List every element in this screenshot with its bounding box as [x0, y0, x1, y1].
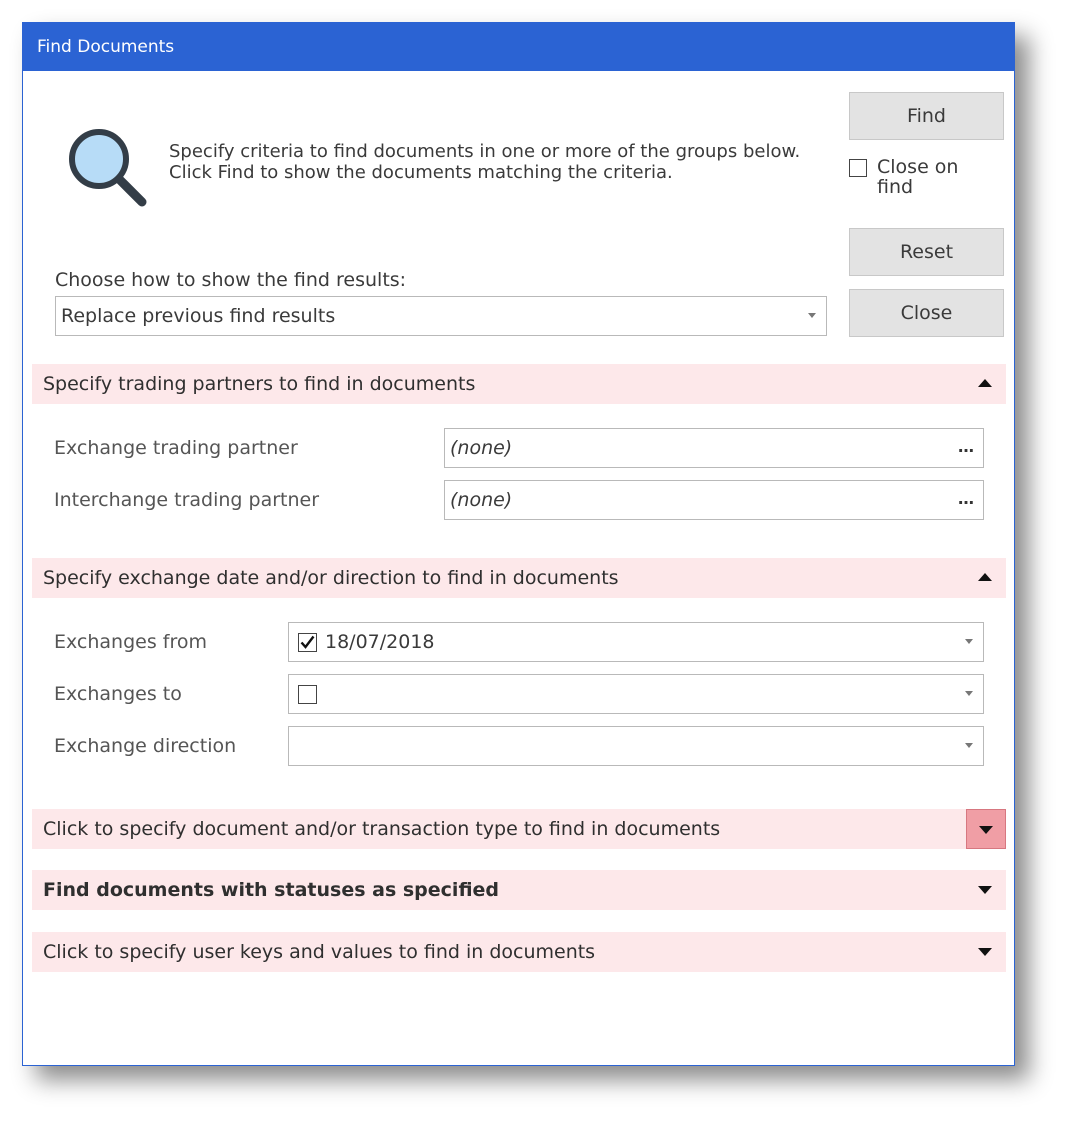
checkmark-icon — [300, 635, 315, 649]
chevron-down-icon[interactable] — [965, 691, 973, 696]
exchange-direction-select[interactable] — [288, 726, 984, 766]
group-header-label: Specify exchange date and/or direction t… — [43, 567, 619, 589]
magnifier-icon — [69, 129, 147, 207]
close-on-find-checkbox[interactable] — [849, 159, 867, 177]
find-documents-window: Find Documents Specify criteria to find … — [22, 22, 1015, 1066]
collapse-up-icon — [978, 379, 992, 387]
results-mode-select[interactable]: Replace previous find results — [55, 296, 827, 336]
exchange-direction-label: Exchange direction — [54, 735, 237, 757]
intro-text: Specify criteria to find documents in on… — [169, 141, 801, 183]
collapse-up-icon — [978, 573, 992, 581]
expand-down-icon — [978, 886, 992, 894]
exchange-partner-field[interactable]: (none) … — [444, 428, 984, 468]
results-mode-value: Replace previous find results — [61, 305, 336, 327]
exchanges-to-field[interactable] — [288, 674, 984, 714]
expand-down-icon — [978, 948, 992, 956]
find-button[interactable]: Find — [849, 92, 1004, 140]
group-header-label: Specify trading partners to find in docu… — [43, 373, 476, 395]
close-on-find-label: Close on find — [877, 156, 959, 198]
exchanges-to-label: Exchanges to — [54, 683, 182, 705]
ellipsis-icon[interactable]: … — [958, 429, 974, 465]
group-header-label: Find documents with statuses as specifie… — [43, 879, 500, 901]
doc-type-group-header[interactable]: Click to specify document and/or transac… — [32, 809, 1006, 849]
user-keys-group-header[interactable]: Click to specify user keys and values to… — [32, 932, 1006, 972]
expand-button[interactable] — [966, 809, 1006, 849]
window-title: Find Documents — [23, 23, 1014, 71]
exchange-partner-label: Exchange trading partner — [54, 437, 298, 459]
chevron-down-icon — [965, 743, 973, 748]
exchanges-from-checkbox[interactable] — [298, 633, 317, 652]
interchange-partner-value: (none) — [450, 489, 513, 511]
group-header-label: Click to specify document and/or transac… — [43, 818, 721, 840]
chevron-down-icon — [808, 313, 816, 318]
exchange-date-group-header[interactable]: Specify exchange date and/or direction t… — [32, 558, 1006, 598]
group-header-label: Click to specify user keys and values to… — [43, 941, 596, 963]
statuses-group-header[interactable]: Find documents with statuses as specifie… — [32, 870, 1006, 910]
exchanges-to-checkbox[interactable] — [298, 685, 317, 704]
interchange-partner-label: Interchange trading partner — [54, 489, 320, 511]
trading-partners-group-header[interactable]: Specify trading partners to find in docu… — [32, 364, 1006, 404]
reset-button[interactable]: Reset — [849, 228, 1004, 276]
exchanges-from-field[interactable]: 18/07/2018 — [288, 622, 984, 662]
expand-down-icon — [979, 826, 993, 834]
exchanges-from-label: Exchanges from — [54, 631, 207, 653]
close-button[interactable]: Close — [849, 289, 1004, 337]
exchange-partner-value: (none) — [450, 437, 513, 459]
ellipsis-icon[interactable]: … — [958, 481, 974, 517]
exchanges-from-value: 18/07/2018 — [325, 631, 435, 653]
interchange-partner-field[interactable]: (none) … — [444, 480, 984, 520]
results-mode-label: Choose how to show the find results: — [55, 269, 407, 291]
chevron-down-icon[interactable] — [965, 639, 973, 644]
